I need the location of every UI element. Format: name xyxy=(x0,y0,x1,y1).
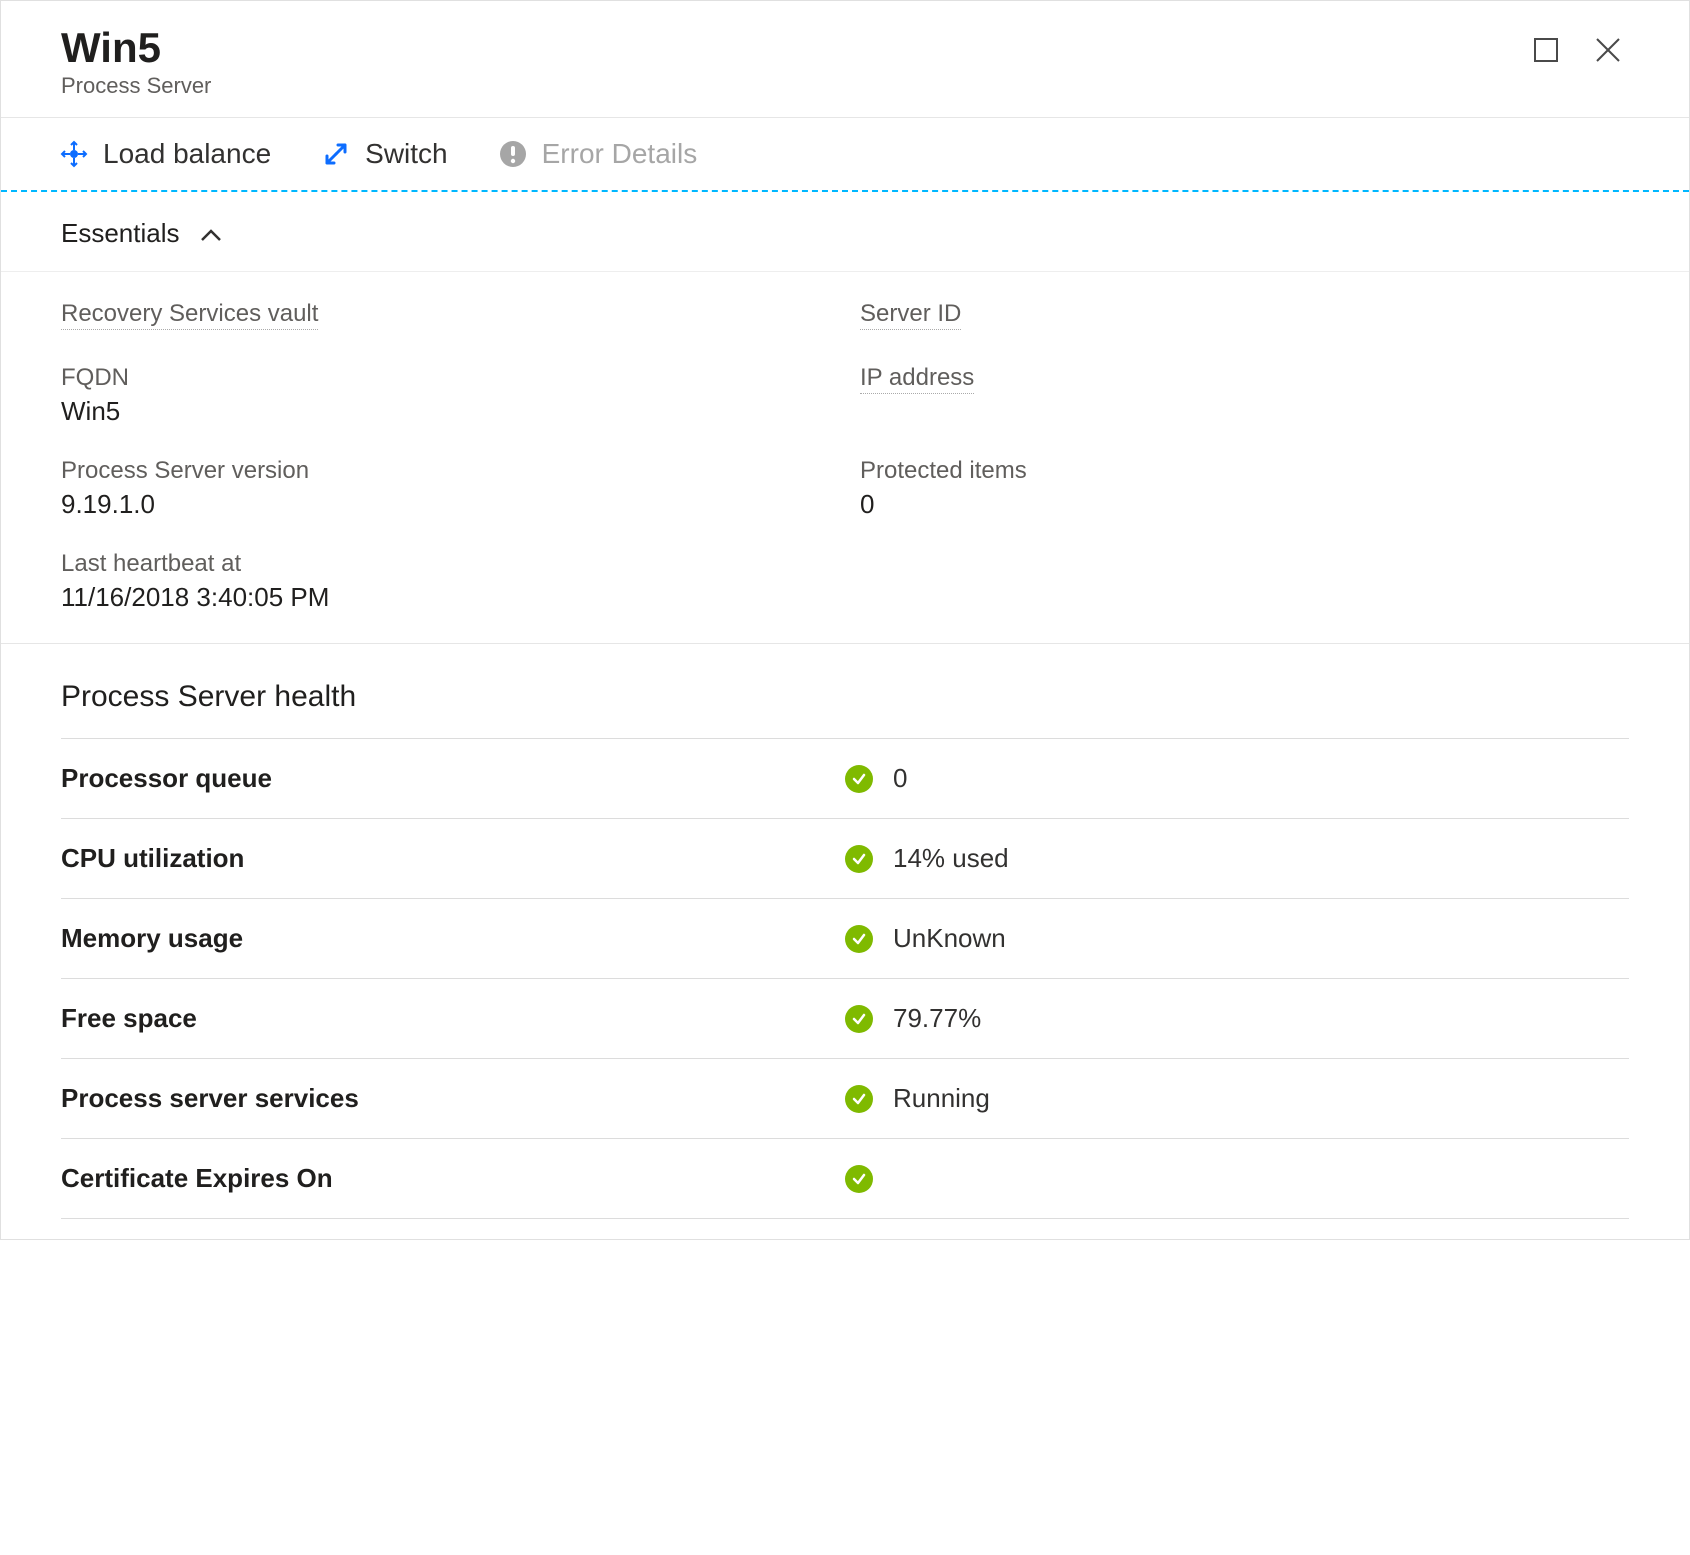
field-value: 0 xyxy=(860,489,1629,520)
check-icon xyxy=(845,1085,873,1113)
check-icon xyxy=(845,1005,873,1033)
health-title: Process Server health xyxy=(61,680,1629,714)
field-fqdn: FQDN Win5 xyxy=(61,364,830,427)
health-row-memory: Memory usage UnKnown xyxy=(61,898,1629,978)
panel-header: Win5 Process Server xyxy=(1,0,1689,117)
field-version: Process Server version 9.19.1.0 xyxy=(61,457,830,520)
health-value: 14% used xyxy=(893,843,1009,874)
health-row-cert: Certificate Expires On xyxy=(61,1138,1629,1219)
header-left: Win5 Process Server xyxy=(61,25,211,99)
field-label: Server ID xyxy=(860,300,961,330)
health-label: Certificate Expires On xyxy=(61,1163,845,1194)
switch-button[interactable]: Switch xyxy=(321,138,447,170)
field-label: FQDN xyxy=(61,364,830,392)
health-value: UnKnown xyxy=(893,923,1006,954)
close-button[interactable] xyxy=(1593,35,1623,65)
error-details-icon xyxy=(498,139,528,169)
load-balance-label: Load balance xyxy=(103,138,271,170)
health-value: 0 xyxy=(893,763,907,794)
switch-label: Switch xyxy=(365,138,447,170)
switch-icon xyxy=(321,139,351,169)
health-row-processor-queue: Processor queue 0 xyxy=(61,738,1629,818)
health-row-services: Process server services Running xyxy=(61,1058,1629,1138)
close-icon xyxy=(1594,36,1622,64)
field-recovery-vault: Recovery Services vault xyxy=(61,300,830,334)
field-value: Win5 xyxy=(61,396,830,427)
essentials-grid: Recovery Services vault Server ID FQDN W… xyxy=(1,272,1689,643)
health-label: Processor queue xyxy=(61,763,845,794)
essentials-label: Essentials xyxy=(61,218,180,249)
maximize-button[interactable] xyxy=(1531,35,1561,65)
field-label: Recovery Services vault xyxy=(61,300,318,330)
field-server-id: Server ID xyxy=(860,300,1629,334)
health-label: CPU utilization xyxy=(61,843,845,874)
health-section: Process Server health Processor queue 0 … xyxy=(1,643,1689,1239)
health-label: Process server services xyxy=(61,1083,845,1114)
maximize-icon xyxy=(1533,37,1559,63)
field-ip: IP address xyxy=(860,364,1629,427)
field-label: Last heartbeat at xyxy=(61,550,830,578)
check-icon xyxy=(845,765,873,793)
health-value: Running xyxy=(893,1083,990,1114)
field-label: Process Server version xyxy=(61,457,830,485)
field-label: Protected items xyxy=(860,457,1629,485)
field-heartbeat: Last heartbeat at 11/16/2018 3:40:05 PM xyxy=(61,550,830,613)
check-icon xyxy=(845,845,873,873)
essentials-toggle[interactable]: Essentials xyxy=(1,192,1689,272)
toolbar: Load balance Switch Error Details xyxy=(1,117,1689,192)
process-server-panel: Win5 Process Server xyxy=(0,0,1690,1240)
health-row-free-space: Free space 79.77% xyxy=(61,978,1629,1058)
health-label: Free space xyxy=(61,1003,845,1034)
error-details-button: Error Details xyxy=(498,138,698,170)
field-protected: Protected items 0 xyxy=(860,457,1629,520)
field-value: 11/16/2018 3:40:05 PM xyxy=(61,582,830,613)
check-icon xyxy=(845,1165,873,1193)
health-label: Memory usage xyxy=(61,923,845,954)
error-details-label: Error Details xyxy=(542,138,698,170)
check-icon xyxy=(845,925,873,953)
page-subtitle: Process Server xyxy=(61,73,211,99)
load-balance-button[interactable]: Load balance xyxy=(59,138,271,170)
field-value: 9.19.1.0 xyxy=(61,489,830,520)
health-value: 79.77% xyxy=(893,1003,981,1034)
load-balance-icon xyxy=(59,139,89,169)
window-controls xyxy=(1531,25,1629,65)
chevron-up-icon xyxy=(200,218,222,249)
field-label: IP address xyxy=(860,364,974,394)
health-row-cpu: CPU utilization 14% used xyxy=(61,818,1629,898)
page-title: Win5 xyxy=(61,25,211,71)
